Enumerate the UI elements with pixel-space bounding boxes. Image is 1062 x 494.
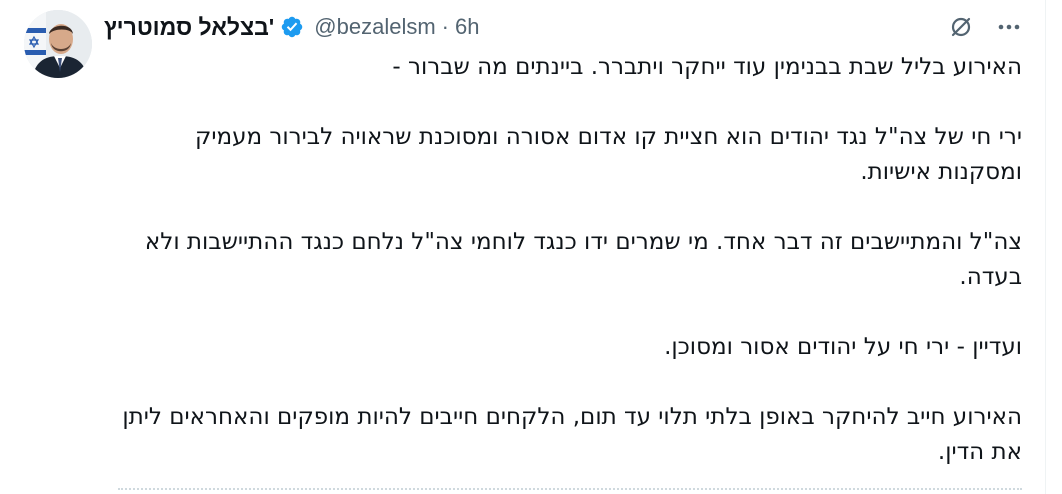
quoted-content-divider (118, 488, 1022, 490)
tweet-text: האירוע בליל שבת בבנימין עוד ייחקר ויתברר… (108, 50, 1022, 470)
timestamp[interactable]: 6h (455, 14, 479, 40)
slashed-circle-icon[interactable] (948, 14, 974, 40)
tweet-paragraph: ירי חי של צה"ל נגד יהודים הוא חציית קו א… (195, 124, 1022, 185)
more-dots-icon[interactable] (996, 14, 1022, 40)
author-block[interactable]: 'בצלאל סמוטריץ @bezalelsm · 6h (104, 14, 479, 41)
display-name[interactable]: 'בצלאל סמוטריץ (104, 14, 274, 41)
verified-badge-icon[interactable] (280, 15, 304, 39)
tweet-paragraph: האירוע בליל שבת בבנימין עוד ייחקר ויתברר… (392, 54, 1022, 80)
tweet-paragraph: ועדיין - ירי חי על יהודים אסור ומסוכן. (664, 334, 1022, 360)
right-border (1045, 0, 1046, 494)
avatar[interactable] (24, 10, 92, 78)
user-handle[interactable]: @bezalelsm (314, 14, 435, 40)
tweet-paragraph: האירוע חייב להיחקר באופן בלתי תלוי עד תו… (122, 404, 1022, 465)
tweet-header: 'בצלאל סמוטריץ @bezalelsm · 6h (104, 8, 1022, 46)
tweet-paragraph: צה"ל והמתיישבים זה דבר אחד. מי שמרים ידו… (144, 229, 1022, 290)
header-actions (948, 14, 1022, 40)
meta-separator: · (441, 14, 449, 39)
